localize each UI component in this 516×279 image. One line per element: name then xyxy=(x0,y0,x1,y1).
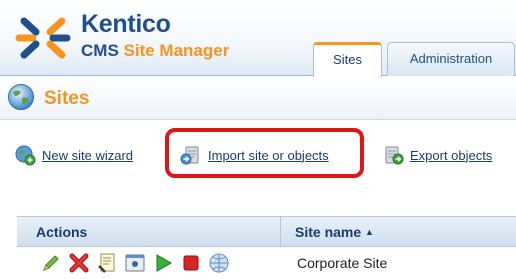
import-site-link[interactable]: Import site or objects xyxy=(180,138,329,172)
sort-asc-icon: ▲ xyxy=(365,227,374,237)
brand-name: Kentico xyxy=(81,10,171,38)
export-objects-link[interactable]: Export objects xyxy=(382,138,492,172)
properties-icon[interactable] xyxy=(96,252,118,274)
globe-icon xyxy=(8,84,34,110)
grid-header: Actions Site name ▲ xyxy=(17,216,516,247)
action-bar: New site wizard Import site or objects E… xyxy=(0,138,516,172)
brand-sub-cms: CMS xyxy=(81,41,119,60)
edit-icon[interactable] xyxy=(40,252,62,274)
brand-sub-site-manager: Site Manager xyxy=(123,41,230,60)
page-title: Sites xyxy=(44,88,90,109)
import-site-label: Import site or objects xyxy=(208,147,329,163)
kentico-logo-icon xyxy=(15,17,71,59)
stop-icon[interactable] xyxy=(180,252,202,274)
row-action-icons xyxy=(40,252,236,274)
header-site-name-label: Site name xyxy=(295,224,362,240)
site-name-cell: Corporate Site xyxy=(297,255,388,271)
preview-icon[interactable] xyxy=(124,252,146,274)
header-site-name[interactable]: Site name ▲ xyxy=(295,224,374,240)
export-icon xyxy=(385,146,404,165)
tab-administration[interactable]: Administration xyxy=(387,42,515,76)
export-objects-label: Export objects xyxy=(410,147,493,163)
brand-subtitle: CMS Site Manager xyxy=(81,41,229,61)
app-header: Kentico CMS Site Manager Sites Administr… xyxy=(0,0,516,77)
start-icon[interactable] xyxy=(152,252,174,274)
new-site-wizard-link[interactable]: New site wizard xyxy=(14,138,133,172)
header-separator xyxy=(280,217,281,247)
kentico-logo: Kentico CMS Site Manager xyxy=(15,8,265,66)
new-site-wizard-icon xyxy=(15,145,36,166)
table-row: Corporate Site xyxy=(17,247,516,279)
header-actions: Actions xyxy=(36,224,88,240)
delete-icon[interactable] xyxy=(68,252,90,274)
sites-grid: Actions Site name ▲ Corporate Site xyxy=(17,216,516,279)
tab-sites[interactable]: Sites xyxy=(313,42,382,77)
live-site-icon[interactable] xyxy=(208,252,230,274)
import-icon xyxy=(180,146,199,165)
new-site-wizard-label: New site wizard xyxy=(42,147,134,163)
